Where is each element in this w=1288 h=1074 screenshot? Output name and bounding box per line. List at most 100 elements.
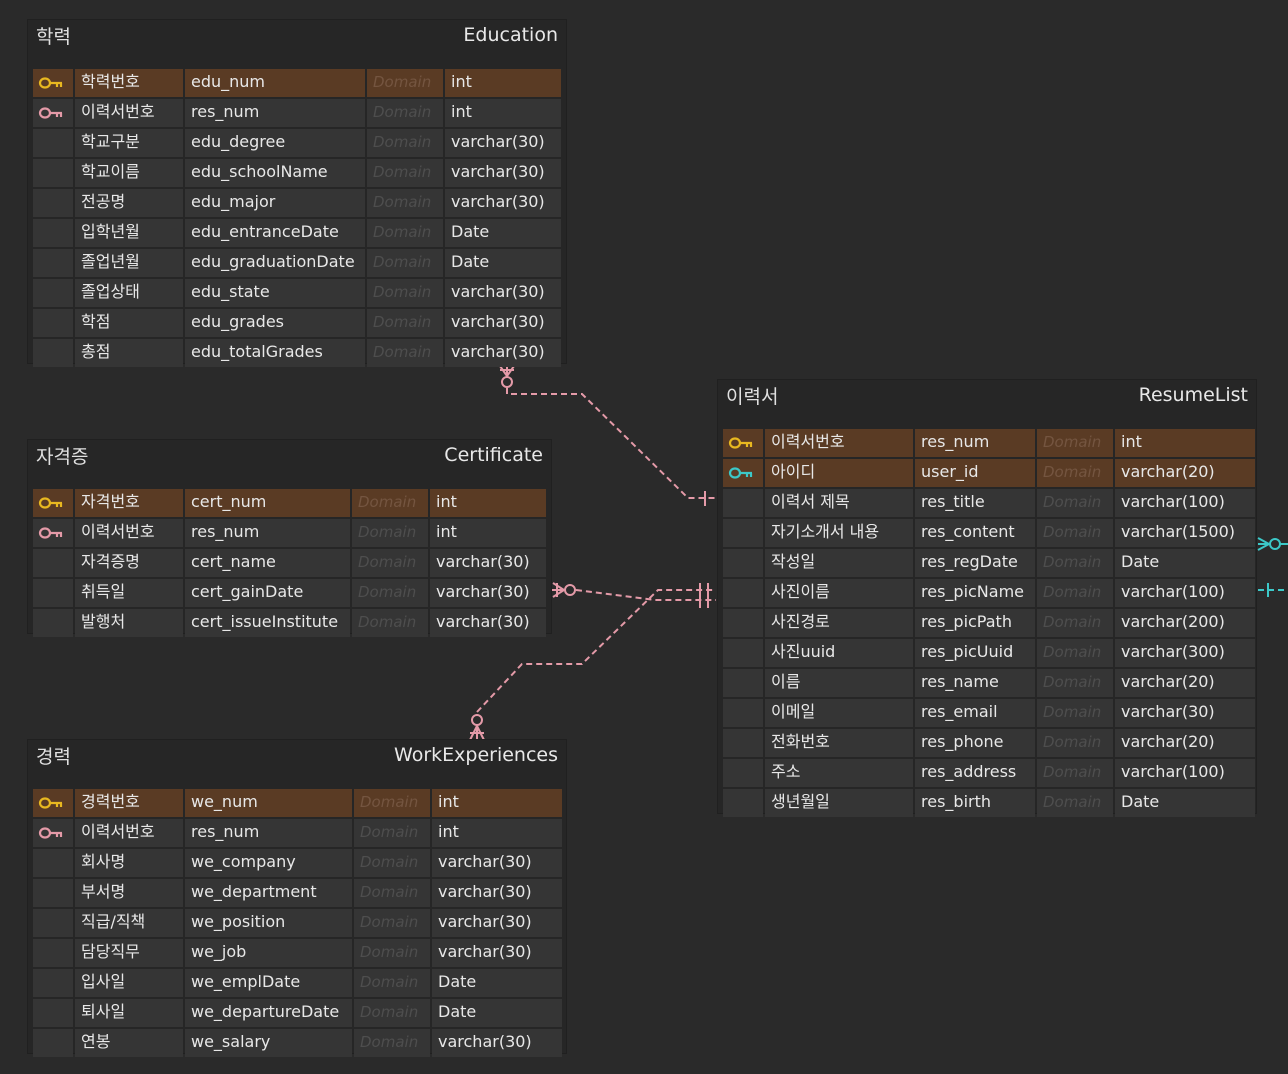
column-korean-name: 담당직무 <box>75 939 183 967</box>
column-korean-name: 이력서번호 <box>75 99 183 127</box>
resume-list-table[interactable]: 이력서 ResumeList 이력서번호 res_num Domain int 아이디 u… <box>718 380 1256 817</box>
column-name: res_email <box>915 699 1035 727</box>
work-experiences-table[interactable]: 경력 WorkExperiences 경력번호 we_num Domain int 이력… <box>28 740 566 1057</box>
domain-cell: Domain <box>1037 759 1113 787</box>
column-type: varchar(300) <box>1115 639 1255 667</box>
column-type: varchar(30) <box>445 159 561 187</box>
column-type: varchar(30) <box>432 939 562 967</box>
domain-cell: Domain <box>354 849 430 877</box>
domain-cell: Domain <box>367 129 443 157</box>
domain-cell: Domain <box>354 819 430 847</box>
table-header[interactable]: 이력서 ResumeList <box>718 380 1256 428</box>
key-cell <box>723 639 763 667</box>
domain-cell: Domain <box>352 519 428 547</box>
column-type: varchar(30) <box>432 879 562 907</box>
column-type: varchar(30) <box>430 609 546 637</box>
table-header[interactable]: 학력 Education <box>28 20 566 68</box>
table-name: WorkExperiences <box>394 744 558 766</box>
domain-cell: Domain <box>367 249 443 277</box>
column-name: res_num <box>915 429 1035 457</box>
education-table[interactable]: 학력 Education 학력번호 edu_num Domain int 이력서번호 re… <box>28 20 566 367</box>
column-name: res_picName <box>915 579 1035 607</box>
key-cell <box>723 789 763 817</box>
table-header[interactable]: 경력 WorkExperiences <box>28 740 566 788</box>
column-type: varchar(200) <box>1115 609 1255 637</box>
domain-cell: Domain <box>352 489 428 517</box>
column-name: edu_schoolName <box>185 159 365 187</box>
work-relation-many-marker <box>469 714 485 741</box>
column-name: res_picUuid <box>915 639 1035 667</box>
key-cell <box>33 849 73 877</box>
key-cell <box>33 279 73 307</box>
domain-cell: Domain <box>352 579 428 607</box>
column-type: Date <box>1115 549 1255 577</box>
column-type: int <box>445 99 561 127</box>
column-name: we_department <box>185 879 352 907</box>
key-cell <box>33 489 73 517</box>
key-cell <box>723 669 763 697</box>
column-korean-name: 이름 <box>765 669 913 697</box>
domain-cell: Domain <box>367 279 443 307</box>
column-type: varchar(1500) <box>1115 519 1255 547</box>
column-name: we_position <box>185 909 352 937</box>
column-type: int <box>430 519 546 547</box>
key-cell <box>723 729 763 757</box>
column-korean-name: 졸업년월 <box>75 249 183 277</box>
domain-cell: Domain <box>1037 489 1113 517</box>
domain-cell: Domain <box>354 879 430 907</box>
domain-cell: Domain <box>1037 579 1113 607</box>
key-cell <box>33 999 73 1027</box>
column-type: varchar(100) <box>1115 489 1255 517</box>
column-type: varchar(30) <box>432 909 562 937</box>
domain-cell: Domain <box>1037 519 1113 547</box>
table-korean-name: 자격증 <box>36 446 89 468</box>
column-korean-name: 퇴사일 <box>75 999 183 1027</box>
domain-cell: Domain <box>367 219 443 247</box>
key-cell <box>33 159 73 187</box>
domain-cell: Domain <box>1037 639 1113 667</box>
column-name: cert_num <box>185 489 350 517</box>
domain-cell: Domain <box>354 939 430 967</box>
key-cell <box>33 519 73 547</box>
domain-cell: Domain <box>354 999 430 1027</box>
column-korean-name: 전공명 <box>75 189 183 217</box>
key-cell <box>33 339 73 367</box>
column-name: we_num <box>185 789 352 817</box>
column-korean-name: 연봉 <box>75 1029 183 1057</box>
domain-cell: Domain <box>1037 699 1113 727</box>
table-name: Certificate <box>444 444 543 466</box>
domain-cell: Domain <box>1037 429 1113 457</box>
table-name: ResumeList <box>1138 384 1248 406</box>
column-name: cert_name <box>185 549 350 577</box>
column-korean-name: 학교이름 <box>75 159 183 187</box>
domain-cell: Domain <box>1037 549 1113 577</box>
column-type: int <box>432 789 562 817</box>
table-header[interactable]: 자격증 Certificate <box>28 440 551 488</box>
certificate-table[interactable]: 자격증 Certificate 자격번호 cert_num Domain int 이력서… <box>28 440 551 637</box>
key-cell <box>33 249 73 277</box>
key-cell <box>33 609 73 637</box>
table-korean-name: 학력 <box>36 26 71 48</box>
column-korean-name: 사진경로 <box>765 609 913 637</box>
column-type: int <box>432 819 562 847</box>
domain-cell: Domain <box>367 309 443 337</box>
column-name: we_job <box>185 939 352 967</box>
column-type: Date <box>445 219 561 247</box>
column-name: cert_issueInstitute <box>185 609 350 637</box>
table-korean-name: 경력 <box>36 746 71 768</box>
column-korean-name: 회사명 <box>75 849 183 877</box>
certificate-resume-relation[interactable] <box>575 589 716 601</box>
column-name: res_picPath <box>915 609 1035 637</box>
key-cell <box>33 789 73 817</box>
key-cell <box>723 519 763 547</box>
column-name: cert_gainDate <box>185 579 350 607</box>
resume-outgoing-relations[interactable] <box>1257 537 1288 597</box>
column-type: int <box>430 489 546 517</box>
column-type: varchar(100) <box>1115 759 1255 787</box>
certificate-relation-many-marker <box>552 582 576 598</box>
column-name: we_emplDate <box>185 969 352 997</box>
column-name: we_departureDate <box>185 999 352 1027</box>
column-type: varchar(30) <box>445 129 561 157</box>
key-cell <box>723 759 763 787</box>
column-name: edu_state <box>185 279 365 307</box>
